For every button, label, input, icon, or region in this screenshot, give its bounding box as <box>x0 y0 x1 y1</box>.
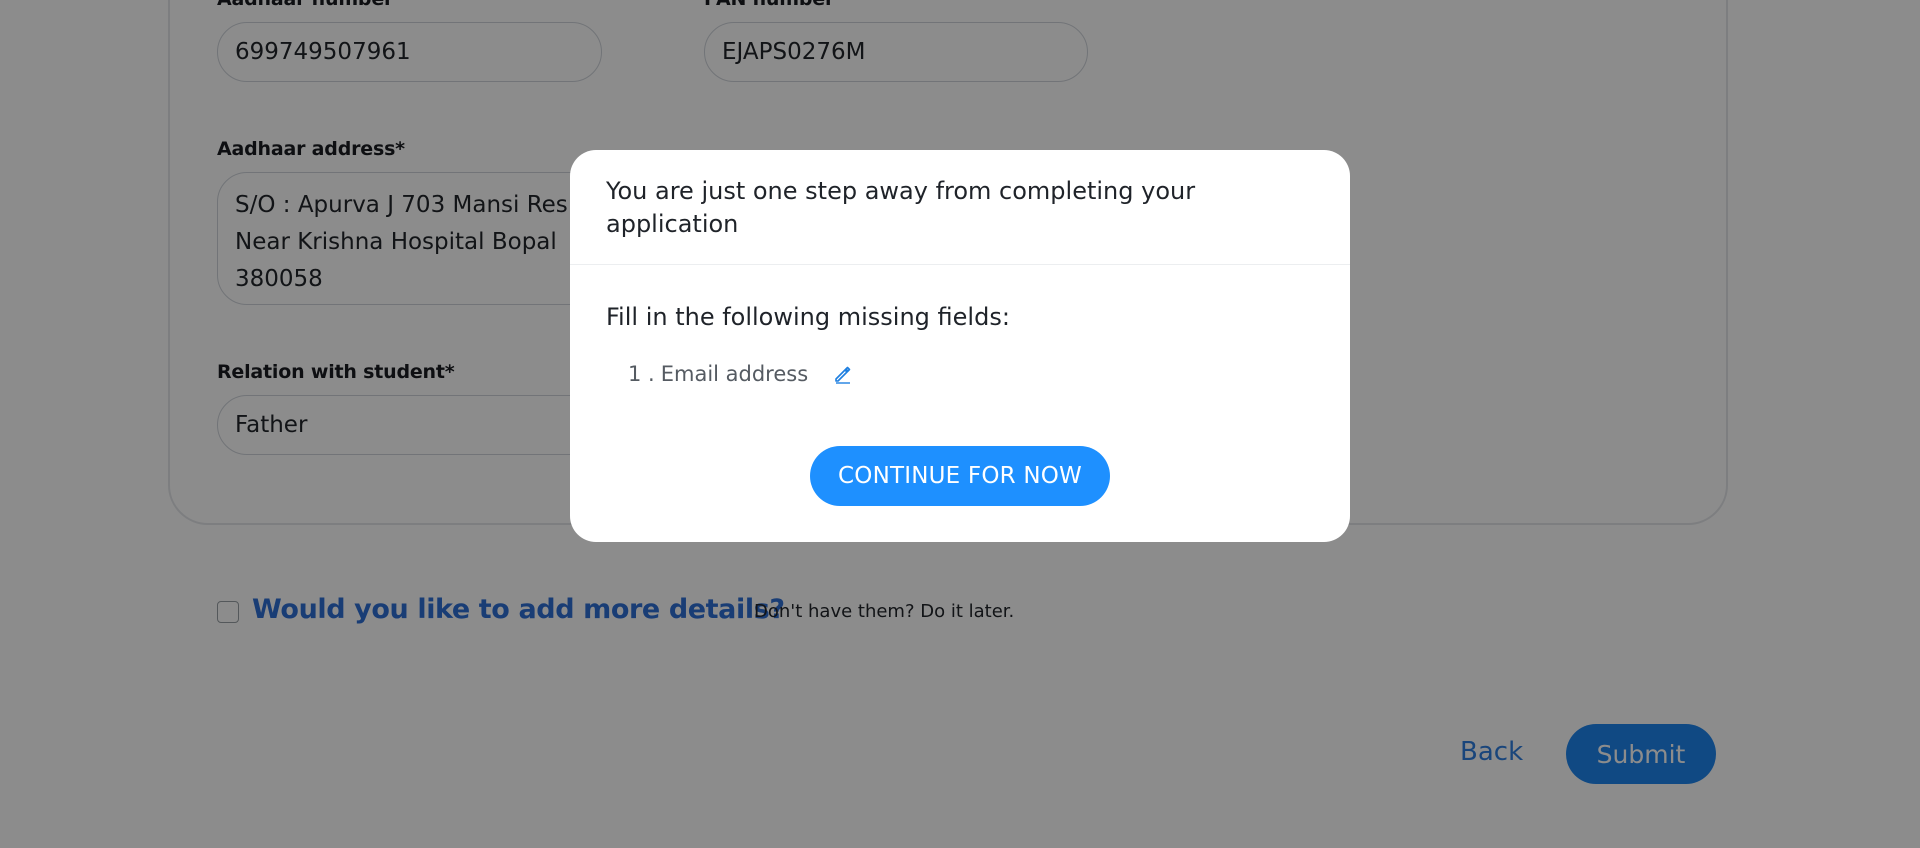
missing-field-number: 1 . <box>628 362 655 386</box>
missing-field-item: 1 . Email address <box>628 362 853 386</box>
continue-for-now-button[interactable]: CONTINUE FOR NOW <box>810 446 1110 506</box>
dialog-subtitle: Fill in the following missing fields: <box>606 303 1010 331</box>
missing-field-label: Email address <box>660 362 809 386</box>
missing-fields-dialog: You are just one step away from completi… <box>570 150 1350 542</box>
dialog-title: You are just one step away from completi… <box>570 150 1350 265</box>
edit-icon[interactable] <box>833 364 853 384</box>
application-page: Aadhaar number 699749507961 PAN number E… <box>0 0 1920 848</box>
